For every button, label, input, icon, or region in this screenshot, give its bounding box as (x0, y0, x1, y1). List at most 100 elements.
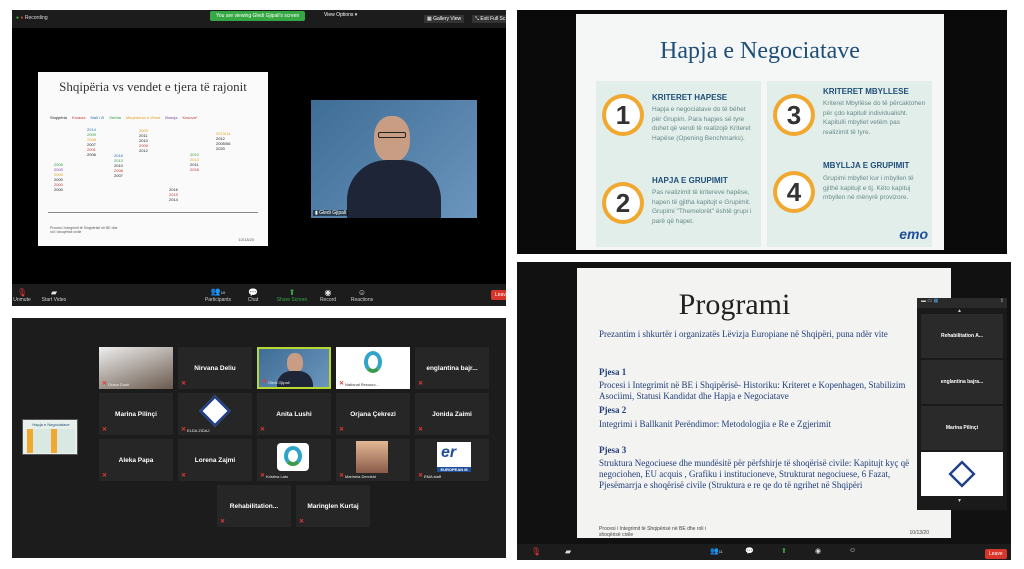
participant-tile[interactable]: englantina bajra... (921, 360, 1003, 404)
gallery-view-icon[interactable]: ▦ (934, 298, 939, 304)
slide-timeline-line (48, 212, 258, 213)
slide-footer: Procesi i Integrimit të Shqipërisë në BE… (599, 526, 706, 538)
meeting-toolbar: 🎙 Unmute ▰ Start Video 👥10 Participants 💬 Ch… (12, 284, 506, 306)
slide-date: 10/13/20 (238, 237, 254, 242)
exit-full-screen-button[interactable]: ⤡ Exit Full Sc (472, 15, 506, 23)
participant-tile[interactable]: Marina Pilinçi ✕ (99, 393, 173, 435)
participant-tile[interactable]: Maringlen Kurtaj ✕ (296, 485, 370, 527)
leave-button[interactable]: Leave (985, 549, 1007, 559)
participant-tile[interactable]: Anita Lushi ✕ (257, 393, 331, 435)
part-heading: Pjesa 1 (599, 367, 627, 377)
participant-tile[interactable]: Jonida Zaimi ✕ (415, 393, 489, 435)
country-label: Kosova* (182, 115, 198, 120)
participant-tile-active-speaker[interactable]: ✕ Gledi Gjipali (257, 347, 331, 389)
block-text: Kriteret Mbyllëse do të përcaktohen për … (823, 100, 926, 136)
participant-tile[interactable]: ✕ Oraca Dosti (99, 347, 173, 389)
participant-tile[interactable]: Rehabilitation A... (921, 314, 1003, 358)
mic-muted-icon: ✕ (102, 473, 108, 479)
emo-logo: emo (899, 226, 928, 242)
video-off-icon[interactable]: ▰ (565, 547, 571, 556)
part-text: Integrimi i Ballkanit Perëndimor: Metodo… (599, 419, 831, 429)
mic-muted-icon: ✕ (339, 427, 345, 433)
chat-button[interactable]: 💬 Chat (233, 288, 273, 303)
year-column-serbia: 2009 2011 2010 2009 2012 (139, 128, 148, 153)
mic-muted-icon: ✕ (418, 473, 424, 479)
chat-icon[interactable]: 💬 (745, 547, 754, 555)
participants-button[interactable]: 👥10 Participants (198, 287, 238, 303)
organization-logo (199, 395, 231, 427)
participant-tile[interactable]: ✕ ELDA ZIDAJ (178, 393, 252, 435)
zoom-window-bottom-right: Programi Prezantim i shkurtër i organiza… (517, 262, 1011, 560)
participant-tile[interactable]: er EUROPEAN M ✕ EMA staff (415, 439, 489, 481)
participant-tile[interactable]: ✕ Marinela Dervishi (336, 439, 410, 481)
strip-toolbar: ▬ ▭ ▦ ⇪ (917, 298, 1007, 308)
participant-tile[interactable]: Orjana Çekrezi ✕ (336, 393, 410, 435)
speaker-body (347, 160, 441, 218)
mic-muted-icon: ✕ (339, 381, 345, 387)
number-badge-1: 1 (602, 94, 644, 136)
year-column-montenegro: 2016 2013 2010 2008 2007 (114, 153, 123, 178)
slide-title: Programi (678, 288, 791, 321)
scroll-down-icon[interactable]: ▼ (957, 498, 962, 504)
mic-muted-icon: ✕ (181, 427, 187, 433)
record-icon[interactable]: ◉ (815, 547, 821, 555)
mic-muted-icon: ✕ (418, 427, 424, 433)
zoom-window-top-right: Hapja e Negociatave 1 KRITERET HAPESE Ha… (517, 10, 1007, 254)
mic-muted-icon: ✕ (339, 473, 345, 479)
year-column-croatia: 2014 2009 2008 2007 2001 2006 (87, 127, 96, 157)
participant-tile[interactable] (921, 452, 1003, 496)
participant-tile[interactable]: ✕ Kristina Lato (257, 439, 331, 481)
mic-muted-icon: ✕ (181, 381, 187, 387)
shared-slide-programi: Programi Prezantim i shkurtër i organiza… (577, 268, 951, 538)
thumbnail-title: Hapja e Negociatave (32, 422, 70, 427)
participant-strip: ▬ ▭ ▦ ⇪ ▲ Rehabilitation A... englantina… (917, 298, 1007, 510)
block-text: Grupimi mbyllet kur i mbyllen të gjithë … (823, 175, 914, 201)
speaker-view-icon[interactable]: ▭ (927, 298, 932, 304)
minimize-icon[interactable]: ▬ (921, 298, 926, 304)
slide-title: Hapja e Negociatave (660, 38, 860, 64)
participant-tile[interactable]: Lorena Zajmi ✕ (178, 439, 252, 481)
year-column-kosovo: 2013/14 2012 2005/06 2020 (216, 131, 231, 151)
shield-icon: ● (16, 15, 20, 21)
part-text: Struktura Negociuese dhe mundësitë për p… (599, 458, 910, 490)
participant-tile[interactable]: ✕ National Resourc... (336, 347, 410, 389)
country-label: Bosnja (165, 115, 178, 120)
country-label: Shqipëria (50, 115, 67, 120)
start-video-button[interactable]: ▰ Start Video (34, 288, 74, 303)
participants-icon[interactable]: 👥11 (710, 547, 723, 555)
country-label: Serbia (109, 115, 121, 120)
block-heading: KRITERET MBYLLESE (823, 87, 909, 96)
mic-muted-icon: ✕ (260, 473, 266, 479)
leave-button[interactable]: Leave (491, 290, 506, 300)
reactions-button[interactable]: ☺ Reactions (342, 288, 382, 303)
gallery-view-button[interactable]: ▦ Gallery View (424, 15, 465, 23)
speaker-glasses (378, 132, 406, 138)
mic-muted-icon: ✕ (220, 519, 226, 525)
participant-tile[interactable]: Rehabilitation... ✕ (217, 485, 291, 527)
meeting-toolbar: 🎙 ▰ 👥11 💬 ⬆ ◉ ☺ Leave (517, 544, 1011, 560)
share-screen-button[interactable]: ⬆ Share Screen (272, 288, 312, 303)
country-row: Shqipëria Kroacia Mali i Zi Serbia Maqed… (50, 115, 197, 120)
speaker-name-label: ▮ Gledi Gjipali (313, 210, 349, 216)
block-text: Pas realizimit të kritereve hapëse, hape… (652, 189, 752, 225)
participant-tile[interactable]: englantina bajr... ✕ (415, 347, 489, 389)
video-off-icon: ▰ (50, 288, 58, 297)
reactions-icon: ☺ (357, 288, 367, 297)
slide-footer: Procesi i Integrimit të Shqipërisë në BE… (50, 226, 118, 234)
thumbnail-shared-slide[interactable]: Hapja e Negociatave (22, 419, 78, 455)
reactions-icon[interactable]: ☺ (849, 547, 856, 554)
share-screen-icon[interactable]: ⬆ (781, 547, 787, 555)
organization-logo: er EUROPEAN M (437, 442, 471, 472)
chat-icon: 💬 (248, 288, 258, 297)
share-icon[interactable]: ⇪ (1000, 298, 1004, 304)
participant-tile[interactable]: Aleka Papa ✕ (99, 439, 173, 481)
profile-photo (356, 441, 388, 473)
mic-muted-icon[interactable]: 🎙 (531, 547, 541, 556)
participant-tile[interactable]: Marina Pilinçi (921, 406, 1003, 450)
mic-muted-icon: ✕ (418, 381, 424, 387)
person-icon (364, 351, 382, 373)
part-text: Procesi i Integrimit në BE i Shqipërisë-… (599, 380, 906, 401)
country-label: Mali i Zi (90, 115, 105, 120)
view-options-button[interactable]: View Options ▾ (324, 12, 357, 18)
participant-tile[interactable]: Nirvana Deliu ✕ (178, 347, 252, 389)
